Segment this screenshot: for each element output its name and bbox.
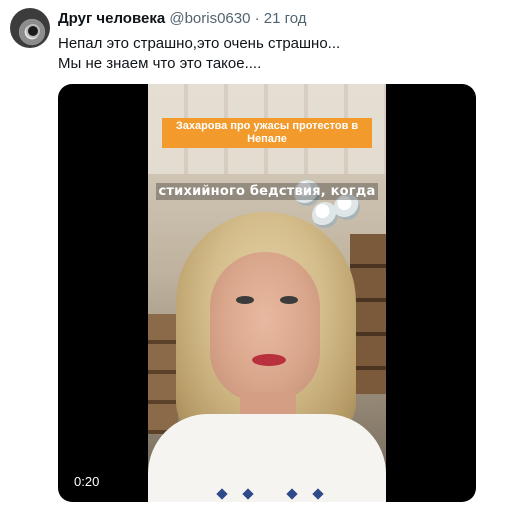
video-subtitle-text: стихийного бедствия, когда (155, 183, 379, 200)
tweet-header: Друг человека @boris0630 · 21 год (58, 10, 307, 28)
person-lips (252, 354, 286, 366)
person-blouse (148, 414, 386, 502)
video-duration: 0:20 (74, 474, 100, 489)
author-handle[interactable]: @boris0630 (169, 10, 250, 27)
tweet-text: Непал это страшно,это очень страшно... М… (58, 34, 340, 74)
embroidery (286, 488, 298, 500)
person-eye (236, 296, 254, 304)
avatar-image (28, 26, 38, 36)
separator-dot: · (254, 10, 260, 27)
author-name[interactable]: Друг человека (58, 10, 165, 27)
video-subtitle: стихийного бедствия, когда (148, 183, 386, 200)
person-eye (280, 296, 298, 304)
avatar[interactable] (10, 8, 50, 48)
embroidery (242, 488, 254, 500)
tweet-time[interactable]: 21 год (264, 10, 307, 27)
person-face (210, 252, 320, 402)
tweet-text-line: Непал это страшно,это очень страшно... (58, 35, 341, 52)
video-title-overlay: Захарова про ужасы протестов в Непале (162, 118, 372, 148)
video-player[interactable]: Захарова про ужасы протестов в Непале ст… (58, 84, 476, 502)
embroidery (216, 488, 228, 500)
embroidery (312, 488, 324, 500)
bookshelf (148, 314, 178, 434)
tweet[interactable]: Друг человека @boris0630 · 21 год Непал … (0, 0, 506, 514)
video-frame: Захарова про ужасы протестов в Непале ст… (148, 84, 386, 502)
tweet-text-line: Мы не знаем что это такое.... (58, 55, 262, 72)
